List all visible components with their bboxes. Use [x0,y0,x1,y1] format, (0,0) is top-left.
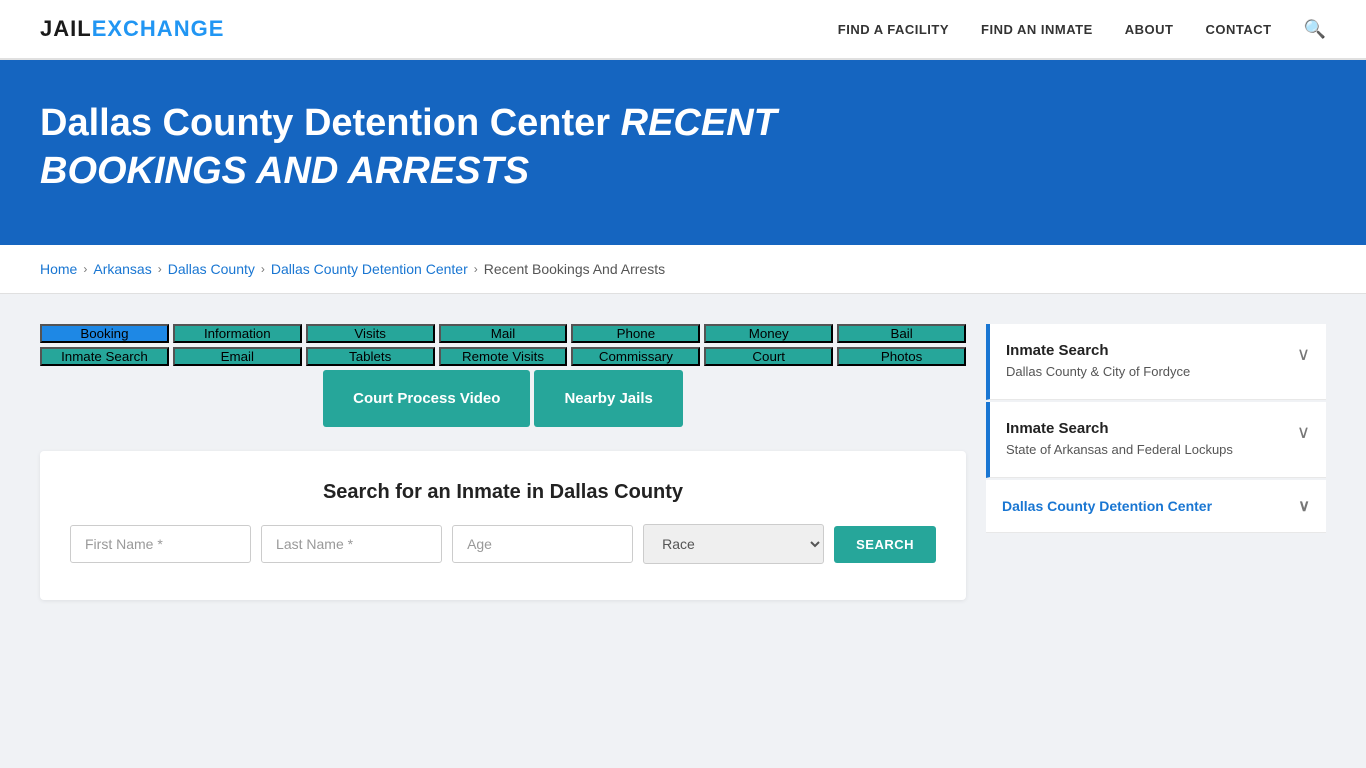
search-box-title: Search for an Inmate in Dallas County [70,481,936,504]
inmate-search-box: Search for an Inmate in Dallas County Ra… [40,451,966,600]
logo[interactable]: JAILEXCHANGE [40,16,224,42]
btn-mail[interactable]: Mail [439,324,568,343]
header: JAILEXCHANGE FIND A FACILITY FIND AN INM… [0,0,1366,60]
chevron-down-icon: ∨ [1297,344,1310,365]
breadcrumb: Home › Arkansas › Dallas County › Dallas… [40,261,1326,277]
btn-booking[interactable]: Booking [40,324,169,343]
sidebar-plain-label: Dallas County Detention Center [1002,498,1212,514]
sidebar-inmate-search-2[interactable]: Inmate Search State of Arkansas and Fede… [986,402,1326,478]
left-column: Booking Information Visits Mail Phone Mo… [40,324,966,600]
sidebar-item-title-1: Inmate Search [1006,342,1190,359]
btn-phone[interactable]: Phone [571,324,700,343]
search-icon[interactable]: 🔍 [1304,19,1326,40]
main-area: Booking Information Visits Mail Phone Mo… [0,294,1366,630]
btn-remote-visits[interactable]: Remote Visits [439,347,568,366]
sidebar-inmate-search-1[interactable]: Inmate Search Dallas County & City of Fo… [986,324,1326,400]
race-select[interactable]: Race White Black Hispanic Asian Other [643,524,824,564]
page-title: Dallas County Detention Center Recent Bo… [40,100,940,195]
btn-court[interactable]: Court [704,347,833,366]
search-form: Race White Black Hispanic Asian Other SE… [70,524,936,564]
btn-nearby-jails[interactable]: Nearby Jails [534,370,682,427]
btn-court-process-video[interactable]: Court Process Video [323,370,530,427]
nav-find-facility[interactable]: FIND A FACILITY [838,22,949,37]
btn-email[interactable]: Email [173,347,302,366]
breadcrumb-dallas-county[interactable]: Dallas County [168,261,255,277]
search-button[interactable]: SEARCH [834,526,936,563]
button-row-2: Inmate Search Email Tablets Remote Visit… [40,347,966,366]
btn-bail[interactable]: Bail [837,324,966,343]
logo-jail: JAIL [40,16,92,41]
sidebar-detention-center[interactable]: Dallas County Detention Center ∨ [986,480,1326,533]
btn-inmate-search[interactable]: Inmate Search [40,347,169,366]
btn-tablets[interactable]: Tablets [306,347,435,366]
btn-visits[interactable]: Visits [306,324,435,343]
right-sidebar: Inmate Search Dallas County & City of Fo… [986,324,1326,600]
button-row-1: Booking Information Visits Mail Phone Mo… [40,324,966,343]
main-nav: FIND A FACILITY FIND AN INMATE ABOUT CON… [838,19,1326,40]
btn-commissary[interactable]: Commissary [571,347,700,366]
sidebar-item-subtitle-2: State of Arkansas and Federal Lockups [1006,441,1233,459]
first-name-input[interactable] [70,525,251,563]
age-input[interactable] [452,525,633,563]
breadcrumb-arkansas[interactable]: Arkansas [93,261,151,277]
last-name-input[interactable] [261,525,442,563]
breadcrumb-detention-center[interactable]: Dallas County Detention Center [271,261,468,277]
breadcrumb-current: Recent Bookings And Arrests [484,261,665,277]
sidebar-item-subtitle-1: Dallas County & City of Fordyce [1006,363,1190,381]
breadcrumb-bar: Home › Arkansas › Dallas County › Dallas… [0,245,1366,294]
logo-exchange: EXCHANGE [92,16,225,41]
btn-money[interactable]: Money [704,324,833,343]
breadcrumb-home[interactable]: Home [40,261,77,277]
button-row-3: Court Process Video Nearby Jails [40,370,966,427]
hero-section: Dallas County Detention Center Recent Bo… [0,60,1366,245]
sidebar-item-title-2: Inmate Search [1006,420,1233,437]
chevron-down-icon-2: ∨ [1297,422,1310,443]
btn-information[interactable]: Information [173,324,302,343]
nav-find-inmate[interactable]: FIND AN INMATE [981,22,1093,37]
chevron-down-icon-3: ∨ [1298,496,1310,516]
btn-photos[interactable]: Photos [837,347,966,366]
nav-contact[interactable]: CONTACT [1205,22,1271,37]
nav-about[interactable]: ABOUT [1125,22,1174,37]
